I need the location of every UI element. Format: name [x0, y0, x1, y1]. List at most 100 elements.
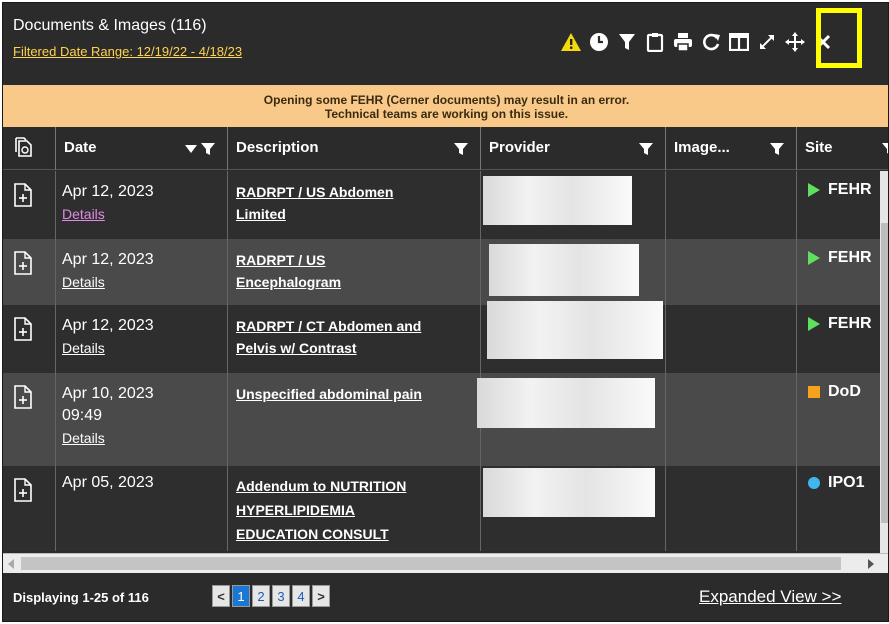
site-cell: DoD — [807, 383, 861, 401]
expand-icon[interactable] — [755, 30, 779, 54]
column-label-provider: Provider — [489, 139, 550, 156]
document-description-link[interactable]: RADRPT / US Encephalogram — [236, 249, 476, 293]
image-cell — [666, 373, 797, 466]
horizontal-scrollbar[interactable] — [3, 553, 888, 573]
vertical-scroll-thumb[interactable] — [881, 223, 888, 523]
redacted-provider — [477, 378, 655, 428]
green-triangle-icon — [808, 251, 820, 265]
document-add-icon[interactable] — [13, 478, 33, 502]
column-header-provider[interactable]: Provider — [481, 127, 666, 170]
document-description-link[interactable]: RADRPT / US Abdomen Limited — [236, 181, 476, 225]
document-add-icon[interactable] — [13, 317, 33, 341]
document-add-icon[interactable] — [13, 251, 33, 275]
select-column-header[interactable] — [3, 127, 56, 170]
document-description-link[interactable]: RADRPT / CT Abdomen and Pelvis w/ Contra… — [236, 315, 476, 359]
table-row[interactable]: Apr 12, 2023 Details RADRPT / CT Abdomen… — [3, 301, 883, 373]
document-add-icon[interactable] — [13, 183, 33, 207]
description-line-3[interactable]: EDUCATION CONSULT — [236, 522, 476, 546]
details-link[interactable]: Details — [62, 271, 154, 293]
prev-page-button[interactable]: < — [212, 585, 230, 607]
table-row[interactable]: Apr 10, 2023 09:49 Details Unspecified a… — [3, 373, 883, 466]
site-cell: FEHR — [807, 315, 872, 333]
column-header-site[interactable]: Site — [797, 127, 888, 170]
page-2-button[interactable]: 2 — [252, 585, 270, 607]
filter-icon[interactable] — [615, 30, 639, 54]
page-3-button[interactable]: 3 — [272, 585, 290, 607]
description-line-2[interactable]: Encephalogram — [236, 271, 476, 293]
column-label-site: Site — [805, 139, 833, 156]
clipboard-icon[interactable] — [643, 30, 667, 54]
refresh-icon[interactable] — [699, 30, 723, 54]
filter-description-icon[interactable] — [454, 142, 468, 160]
widget-toolbar — [559, 28, 839, 56]
document-date: Apr 05, 2023 — [62, 474, 154, 491]
table-row[interactable]: Apr 12, 2023 Details RADRPT / US Encepha… — [3, 239, 883, 305]
column-header-image[interactable]: Image... — [666, 127, 797, 170]
widget-header: Documents & Images (116) Filtered Date R… — [3, 3, 888, 83]
page-1-button[interactable]: 1 — [232, 585, 250, 607]
column-header-description[interactable]: Description — [228, 127, 481, 170]
image-cell — [666, 239, 797, 305]
blue-circle-icon — [808, 477, 820, 489]
move-icon-highlight — [816, 8, 862, 68]
redacted-provider — [487, 301, 663, 359]
image-cell — [666, 305, 797, 373]
column-label-image: Image... — [674, 139, 730, 156]
description-line-1[interactable]: RADRPT / US Abdomen — [236, 181, 476, 203]
description-line-1[interactable]: Unspecified abdominal pain — [236, 383, 476, 405]
documents-table-body: Apr 12, 2023 Details RADRPT / US Abdomen… — [3, 171, 883, 551]
description-line-2[interactable]: HYPERLIPIDEMIA — [236, 498, 476, 522]
orange-square-icon — [808, 386, 820, 398]
redacted-provider — [489, 244, 639, 296]
print-icon[interactable] — [671, 30, 695, 54]
move-icon[interactable] — [783, 30, 807, 54]
document-date: Apr 10, 2023 — [62, 385, 154, 402]
description-line-2[interactable]: Pelvis w/ Contrast — [236, 337, 476, 359]
fehr-warning-banner: Opening some FEHR (Cerner documents) may… — [3, 85, 888, 127]
sort-filter-date-icon[interactable] — [183, 142, 217, 160]
widget-title: Documents & Images (116) — [13, 17, 207, 34]
description-line-2[interactable]: Limited — [236, 203, 476, 225]
table-row[interactable]: Apr 12, 2023 Details RADRPT / US Abdomen… — [3, 171, 883, 239]
document-add-icon[interactable] — [13, 385, 33, 409]
scroll-right-icon[interactable] — [867, 559, 875, 569]
horizontal-scroll-thumb[interactable] — [21, 557, 841, 570]
site-name: IPO1 — [828, 474, 865, 491]
description-line-1[interactable]: Addendum to NUTRITION — [236, 474, 476, 498]
page-4-button[interactable]: 4 — [292, 585, 310, 607]
document-description-link[interactable]: Unspecified abdominal pain — [236, 383, 476, 405]
green-triangle-icon — [808, 183, 820, 197]
copy-documents-icon[interactable] — [15, 137, 35, 159]
banner-line-2: Technical teams are working on this issu… — [324, 107, 569, 121]
pagination: < 1 2 3 4 > — [212, 585, 332, 607]
green-triangle-icon — [808, 317, 820, 331]
column-label-description: Description — [236, 139, 319, 156]
warning-icon[interactable] — [559, 30, 583, 54]
vertical-scrollbar[interactable] — [880, 171, 888, 553]
table-header: Date Description Provider Image... Site — [3, 127, 888, 170]
column-header-date[interactable]: Date — [56, 127, 228, 170]
image-cell — [666, 171, 797, 239]
filter-image-icon[interactable] — [770, 142, 784, 160]
details-link[interactable]: Details — [62, 427, 154, 449]
document-time: 09:49 — [62, 407, 103, 424]
expanded-view-link[interactable]: Expanded View >> — [699, 587, 841, 607]
filtered-date-range-link[interactable]: Filtered Date Range: 12/19/22 - 4/18/23 — [13, 44, 242, 59]
next-page-button[interactable]: > — [312, 585, 330, 607]
site-cell: FEHR — [807, 249, 872, 267]
description-line-1[interactable]: RADRPT / US — [236, 249, 476, 271]
document-description-link[interactable]: Addendum to NUTRITION HYPERLIPIDEMIA EDU… — [236, 474, 476, 546]
columns-icon[interactable] — [727, 30, 751, 54]
description-line-1[interactable]: RADRPT / CT Abdomen and — [236, 315, 476, 337]
filter-provider-icon[interactable] — [639, 142, 653, 160]
filter-site-icon[interactable] — [882, 142, 888, 160]
redacted-provider — [483, 468, 655, 517]
table-row[interactable]: Apr 05, 2023 Addendum to NUTRITION HYPER… — [3, 466, 883, 551]
site-cell: IPO1 — [807, 474, 864, 492]
scroll-left-icon[interactable] — [7, 559, 15, 569]
banner-line-1: Opening some FEHR (Cerner documents) may… — [263, 93, 630, 107]
details-link[interactable]: Details — [62, 337, 154, 359]
details-link[interactable]: Details — [62, 203, 154, 225]
site-name: FEHR — [828, 315, 872, 332]
clock-icon[interactable] — [587, 30, 611, 54]
